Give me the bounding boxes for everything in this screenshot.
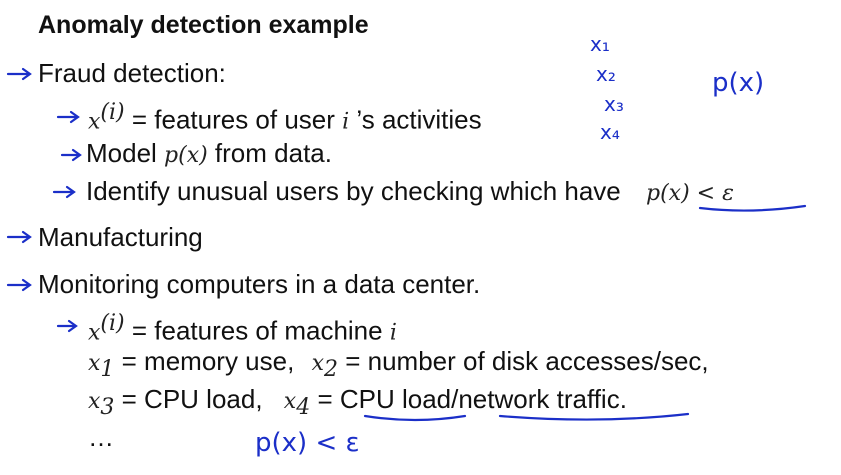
bullet-manufacturing: Manufacturing	[38, 222, 203, 252]
arrow-icon	[6, 278, 32, 292]
handwritten-x3: x₃	[604, 92, 624, 116]
bullet-fraud-features: x(i) = features of user i ’s activities	[88, 100, 482, 135]
arrow-icon	[56, 319, 78, 333]
line-x1-x2: x1 = memory use, x2 = number of disk acc…	[88, 346, 709, 383]
ellipsis: …	[88, 422, 114, 452]
arrow-icon	[6, 230, 32, 244]
arrow-icon	[6, 67, 32, 81]
handwritten-x2: x₂	[596, 62, 616, 86]
bullet-model: Model p(x) from data.	[86, 138, 332, 168]
bullet-monitoring: Monitoring computers in a data center.	[38, 269, 481, 299]
line-x3-x4: x3 = CPU load, x4 = CPU load/network tra…	[88, 384, 627, 421]
handwritten-x4: x₄	[600, 120, 620, 144]
bullet-fraud: Fraud detection:	[38, 58, 226, 88]
slide-title: Anomaly detection example	[38, 11, 369, 39]
slide: Anomaly detection example Fraud detectio…	[0, 0, 841, 475]
handwritten-px-eps: p(x) < ε	[255, 428, 360, 458]
arrow-icon	[52, 185, 76, 199]
handwritten-x1: x₁	[590, 32, 610, 56]
bullet-identify: Identify unusual users by checking which…	[86, 176, 734, 206]
arrow-icon	[56, 110, 80, 124]
bullet-machine-features: x(i) = features of machine i	[88, 311, 397, 346]
handwritten-px: p(x)	[712, 68, 765, 98]
arrow-icon	[60, 148, 82, 162]
